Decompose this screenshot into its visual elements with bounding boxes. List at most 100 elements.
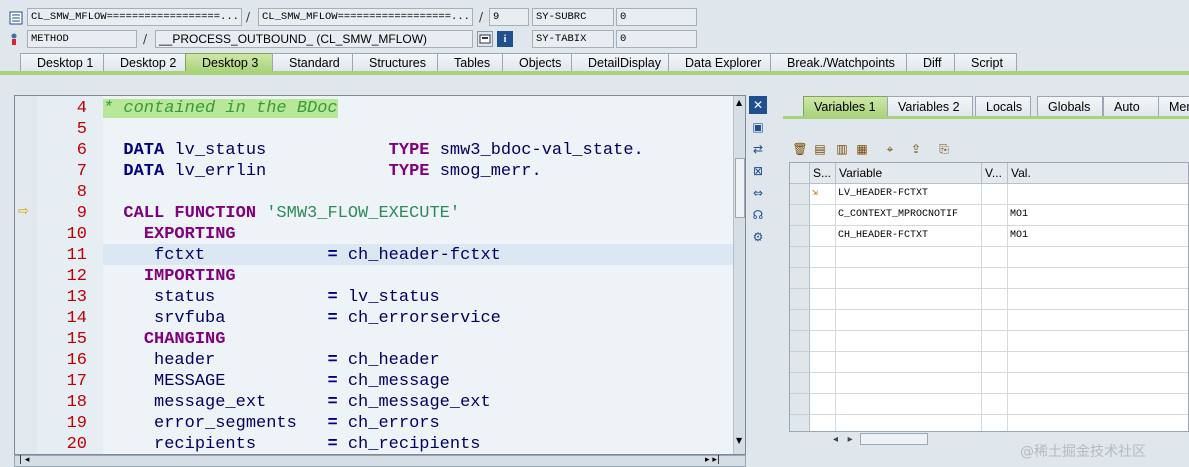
tab-script[interactable]: Script bbox=[954, 53, 1017, 72]
empty-cell[interactable] bbox=[1008, 352, 1188, 373]
code-line[interactable]: DATA lv_status TYPE smw3_bdoc-val_state. bbox=[103, 140, 733, 161]
code-line[interactable]: CALL FUNCTION 'SMW3_FLOW_EXECUTE' bbox=[103, 203, 733, 224]
code-line[interactable]: EXPORTING bbox=[103, 224, 733, 245]
col-header-s[interactable]: S... bbox=[810, 163, 836, 184]
empty-cell[interactable] bbox=[1008, 373, 1188, 394]
variable-name-cell[interactable]: LV_HEADER-FCTXT bbox=[836, 184, 982, 205]
empty-cell[interactable] bbox=[1008, 268, 1188, 289]
navigate-icon[interactable]: ⇪ bbox=[907, 140, 925, 158]
editor-horizontal-scrollbar[interactable]: | ◂ ▸ ▸| bbox=[14, 455, 746, 467]
code-line[interactable]: recipients = ch_recipients bbox=[103, 434, 733, 454]
services-icon[interactable]: ⚙ bbox=[749, 228, 767, 246]
tab-desktop-2[interactable]: Desktop 2 bbox=[103, 53, 192, 72]
maximize-icon[interactable]: ⊠ bbox=[749, 162, 767, 180]
tab-detail-display[interactable]: DetailDisplay bbox=[571, 53, 670, 72]
fit-width-icon[interactable]: ⇔ bbox=[749, 184, 767, 202]
row-selector[interactable] bbox=[790, 310, 810, 331]
grid-scroll-left-icon[interactable]: ◂ bbox=[833, 434, 838, 445]
tab-auto[interactable]: Auto bbox=[1103, 96, 1159, 117]
new-tool-icon[interactable]: ▣ bbox=[749, 118, 767, 136]
row-selector[interactable] bbox=[790, 352, 810, 373]
grid-horizontal-scrollbar[interactable]: ◂ ▸ bbox=[833, 433, 1033, 447]
row-selector[interactable] bbox=[790, 373, 810, 394]
col-header-value[interactable]: Val. bbox=[1008, 163, 1188, 184]
info-icon[interactable]: i bbox=[497, 31, 513, 47]
empty-cell[interactable] bbox=[1008, 289, 1188, 310]
display-icon[interactable] bbox=[477, 31, 493, 47]
program-field[interactable]: CL_SMW_MFLOW==================... bbox=[27, 8, 242, 26]
empty-cell[interactable] bbox=[1008, 310, 1188, 331]
col-header-v[interactable]: V... bbox=[982, 163, 1008, 184]
row-selector[interactable] bbox=[790, 184, 810, 205]
row-selector[interactable] bbox=[790, 247, 810, 268]
tab-desktop-3[interactable]: Desktop 3 bbox=[185, 53, 274, 72]
tab-breakpoints[interactable]: Break./Watchpoints bbox=[770, 53, 911, 72]
code-line[interactable]: MESSAGE = ch_message bbox=[103, 371, 733, 392]
code-line[interactable]: error_segments = ch_errors bbox=[103, 413, 733, 434]
row-selector[interactable] bbox=[790, 394, 810, 415]
empty-cell[interactable] bbox=[1008, 247, 1188, 268]
tab-variables-1[interactable]: Variables 1 bbox=[803, 96, 889, 117]
tab-locals[interactable]: Locals bbox=[975, 96, 1031, 117]
grid-scroll-thumb[interactable] bbox=[859, 433, 928, 445]
scroll-right-icon[interactable]: ▸ ▸| bbox=[705, 455, 720, 465]
variable-value-cell[interactable] bbox=[1008, 184, 1188, 205]
tab-memory[interactable]: Mer bbox=[1158, 96, 1189, 117]
tab-globals[interactable]: Globals bbox=[1037, 96, 1103, 117]
empty-cell[interactable] bbox=[1008, 394, 1188, 415]
copy-icon[interactable]: ⎘ bbox=[935, 140, 953, 158]
empty-cell[interactable] bbox=[836, 331, 982, 352]
empty-cell[interactable] bbox=[836, 394, 982, 415]
row-selector[interactable] bbox=[790, 268, 810, 289]
scroll-thumb[interactable] bbox=[735, 158, 745, 218]
grid-scroll-right-icon[interactable]: ▸ bbox=[848, 434, 853, 445]
empty-cell[interactable] bbox=[836, 247, 982, 268]
tab-data-explorer[interactable]: Data Explorer bbox=[668, 53, 773, 72]
row-selector[interactable] bbox=[790, 415, 810, 431]
import-icon[interactable]: ▦ bbox=[853, 140, 871, 158]
empty-cell[interactable] bbox=[836, 352, 982, 373]
tab-desktop-1[interactable]: Desktop 1 bbox=[20, 53, 109, 72]
load-variables-icon[interactable]: ▥ bbox=[833, 140, 851, 158]
tab-variables-2[interactable]: Variables 2 bbox=[887, 96, 973, 117]
col-header-variable[interactable]: Variable bbox=[836, 163, 982, 184]
code-line[interactable]: CHANGING bbox=[103, 329, 733, 350]
code-line[interactable]: IMPORTING bbox=[103, 266, 733, 287]
tab-standard[interactable]: Standard bbox=[272, 53, 359, 72]
scroll-left-icon[interactable]: | ◂ bbox=[19, 455, 29, 465]
variable-name-cell[interactable]: C_CONTEXT_MPROCNOTIF bbox=[836, 205, 982, 226]
empty-cell[interactable] bbox=[1008, 415, 1188, 431]
empty-cell[interactable] bbox=[1008, 331, 1188, 352]
tab-diff[interactable]: Diff bbox=[906, 53, 958, 72]
row-selector[interactable] bbox=[790, 331, 810, 352]
breakpoint-gutter[interactable]: ⇨ bbox=[15, 96, 37, 454]
variables-grid[interactable]: S... Variable V... Val. ⇲ LV_HEADER-FCTXT… bbox=[789, 162, 1189, 432]
tab-structures[interactable]: Structures bbox=[352, 53, 442, 72]
code-line[interactable] bbox=[103, 119, 733, 140]
code-line[interactable] bbox=[103, 182, 733, 203]
swap-tool-icon[interactable]: ⇄ bbox=[749, 140, 767, 158]
include-field[interactable]: CL_SMW_MFLOW==================... bbox=[258, 8, 473, 26]
close-icon[interactable]: ✕ bbox=[749, 96, 767, 114]
empty-cell[interactable] bbox=[836, 415, 982, 431]
code-line[interactable]: DATA lv_errlin TYPE smog_merr. bbox=[103, 161, 733, 182]
empty-cell[interactable] bbox=[836, 268, 982, 289]
code-line[interactable]: message_ext = ch_message_ext bbox=[103, 392, 733, 413]
variable-name-cell[interactable]: CH_HEADER-FCTXT bbox=[836, 226, 982, 247]
code-area[interactable]: * contained in the BDoc DATA lv_status T… bbox=[103, 96, 733, 454]
empty-cell[interactable] bbox=[836, 289, 982, 310]
headset-icon[interactable]: ☊ bbox=[749, 206, 767, 224]
scroll-down-icon[interactable]: ▼ bbox=[736, 436, 742, 445]
code-line[interactable]: srvfuba = ch_errorservice bbox=[103, 308, 733, 329]
row-selector[interactable] bbox=[790, 205, 810, 226]
code-line[interactable]: fctxt = ch_header-fctxt bbox=[103, 245, 733, 266]
hierarchy-icon[interactable]: ⌖ bbox=[881, 140, 899, 158]
scroll-up-icon[interactable]: ▲ bbox=[736, 98, 742, 107]
code-line[interactable]: * contained in the BDoc bbox=[103, 98, 733, 119]
variable-value-cell[interactable]: MO1 bbox=[1008, 226, 1188, 247]
row-selector[interactable] bbox=[790, 289, 810, 310]
line-number-field[interactable]: 9 bbox=[489, 8, 529, 26]
variable-value-cell[interactable]: MO1 bbox=[1008, 205, 1188, 226]
row-selector[interactable] bbox=[790, 226, 810, 247]
editor-vertical-scrollbar[interactable]: ▲ ▼ bbox=[733, 96, 745, 454]
